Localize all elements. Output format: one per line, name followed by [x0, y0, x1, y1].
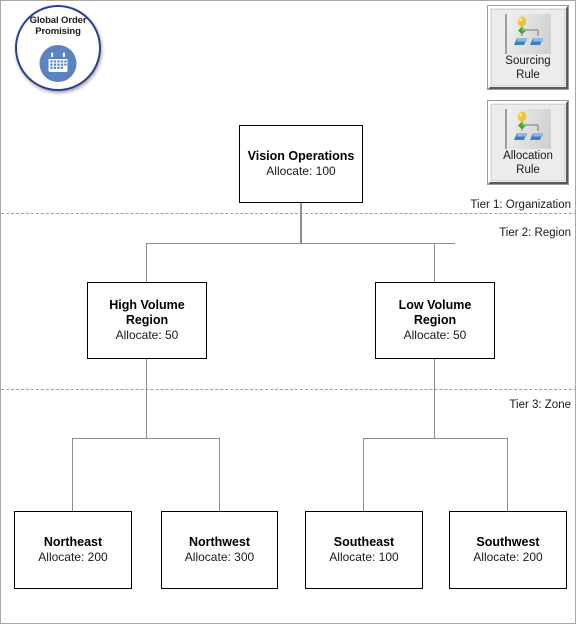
node-title-line2: Region — [413, 313, 457, 327]
tier-divider-2 — [1, 389, 575, 390]
calendar-icon — [39, 45, 77, 82]
connector-region-bus — [146, 243, 455, 245]
badge-label-line2: Promising — [35, 26, 81, 37]
rule-hierarchy-icon — [505, 14, 551, 54]
node-allocate: Allocate: 50 — [403, 328, 467, 342]
connector-to-northeast — [72, 438, 74, 511]
connector-to-low-volume — [434, 243, 436, 282]
badge-label: Global Order Promising — [17, 15, 99, 37]
connector-to-southeast — [363, 438, 365, 511]
node-title-line2: Region — [125, 313, 169, 327]
tool-label-line2: Rule — [516, 68, 540, 81]
connector-zone-bus-right — [363, 438, 508, 440]
tool-label-line1: Sourcing — [505, 55, 551, 67]
node-vision-operations[interactable]: Vision Operations Allocate: 100 — [239, 125, 363, 203]
node-northwest[interactable]: Northwest Allocate: 300 — [161, 511, 278, 589]
node-allocate: Allocate: 100 — [266, 164, 336, 178]
node-southwest[interactable]: Southwest Allocate: 200 — [449, 511, 567, 589]
node-allocate: Allocate: 200 — [38, 550, 108, 564]
tier-divider-1 — [1, 213, 575, 214]
connector-to-northwest — [219, 438, 221, 511]
node-title: Vision Operations — [247, 149, 355, 163]
node-title: Southwest — [476, 535, 540, 549]
connector-high-volume-stem — [146, 359, 148, 439]
connector-low-volume-stem — [434, 359, 436, 439]
node-allocate: Allocate: 200 — [473, 550, 543, 564]
connector-org-stem — [300, 203, 302, 244]
node-high-volume-region[interactable]: High Volume Region Allocate: 50 — [87, 282, 207, 359]
node-northeast[interactable]: Northeast Allocate: 200 — [14, 511, 132, 589]
diagram-canvas: Global Order Promising Sourcing Rule All… — [0, 0, 576, 624]
node-southeast[interactable]: Southeast Allocate: 100 — [305, 511, 423, 589]
sourcing-rule-label: Sourcing Rule — [490, 55, 566, 82]
node-title: Northwest — [188, 535, 251, 549]
node-allocate: Allocate: 100 — [329, 550, 399, 564]
badge-label-line1: Global Order — [29, 15, 87, 26]
node-title-line1: High Volume — [109, 298, 185, 312]
tier-3-label: Tier 3: Zone — [509, 399, 571, 411]
allocation-rule-label: Allocation Rule — [490, 150, 566, 177]
connector-to-high-volume — [146, 243, 148, 282]
node-title: Northeast — [43, 535, 103, 549]
rule-hierarchy-icon — [505, 109, 551, 149]
allocation-rule-button[interactable]: Allocation Rule — [488, 101, 568, 184]
tier-1-label: Tier 1: Organization — [470, 199, 571, 211]
sourcing-rule-button[interactable]: Sourcing Rule — [488, 6, 568, 89]
global-order-promising-badge: Global Order Promising — [15, 5, 101, 91]
connector-zone-bus-left — [72, 438, 220, 440]
tier-2-label: Tier 2: Region — [499, 227, 571, 239]
node-allocate: Allocate: 50 — [115, 328, 179, 342]
tool-label-line1: Allocation — [503, 150, 553, 162]
connector-to-southwest — [507, 438, 509, 511]
node-allocate: Allocate: 300 — [184, 550, 255, 564]
node-title-line1: Low Volume — [398, 298, 472, 312]
tool-label-line2: Rule — [516, 163, 540, 176]
node-low-volume-region[interactable]: Low Volume Region Allocate: 50 — [375, 282, 495, 359]
node-title: Southeast — [333, 535, 395, 549]
